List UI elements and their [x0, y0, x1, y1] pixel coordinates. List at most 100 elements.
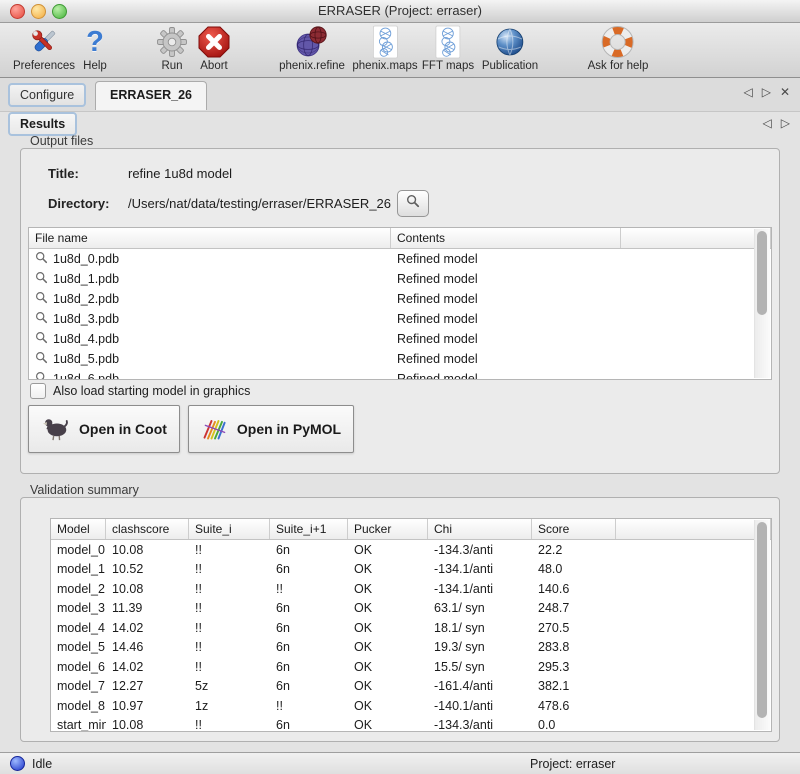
validation-cell: OK — [348, 562, 428, 576]
column-header-clashscore[interactable]: clashscore — [106, 519, 189, 539]
file-row[interactable]: 1u8d_0.pdbRefined model — [29, 249, 771, 269]
file-contents: Refined model — [391, 272, 621, 286]
file-contents: Refined model — [391, 372, 621, 380]
validation-cell: OK — [348, 699, 428, 713]
validation-cell: 6n — [270, 679, 348, 693]
validation-cell: model_2 — [51, 582, 106, 596]
column-header-chi[interactable]: Chi — [428, 519, 532, 539]
file-table-scrollbar[interactable] — [754, 229, 770, 378]
validation-cell: 248.7 — [532, 601, 616, 615]
column-header-contents[interactable]: Contents — [391, 228, 621, 248]
file-row[interactable]: 1u8d_3.pdbRefined model — [29, 309, 771, 329]
magnifier-icon — [406, 194, 420, 213]
column-header-suite-i1[interactable]: Suite_i+1 — [270, 519, 348, 539]
file-table-scroll-thumb[interactable] — [757, 231, 767, 315]
validation-cell: 14.02 — [106, 621, 189, 635]
publication-button[interactable]: Publication — [482, 24, 538, 72]
validation-row[interactable]: model_614.02!!6nOK15.5/ syn295.3 — [51, 657, 771, 677]
file-row[interactable]: 1u8d_5.pdbRefined model — [29, 349, 771, 369]
publication-globe-icon — [492, 24, 528, 60]
subtab-scroll-right-icon[interactable]: ▷ — [781, 116, 790, 130]
abort-button[interactable]: Abort — [196, 24, 232, 72]
validation-row[interactable]: model_514.46!!6nOK19.3/ syn283.8 — [51, 638, 771, 658]
phenix-refine-button[interactable]: phenix.refine — [279, 24, 345, 72]
subtab-scroll-left-icon[interactable]: ◁ — [763, 116, 772, 130]
column-header-pucker[interactable]: Pucker — [348, 519, 428, 539]
open-in-coot-button[interactable]: Open in Coot — [28, 405, 180, 453]
validation-row[interactable]: model_010.08!!6nOK-134.3/anti22.2 — [51, 540, 771, 560]
validation-cell: 10.52 — [106, 562, 189, 576]
load-starting-model-label: Also load starting model in graphics — [53, 384, 250, 398]
validation-cell: 6n — [270, 660, 348, 674]
validation-cell: OK — [348, 582, 428, 596]
validation-cell: 15.5/ syn — [428, 660, 532, 674]
output-files-section-label: Output files — [30, 134, 93, 148]
help-icon: ? — [77, 24, 113, 60]
validation-cell: 14.46 — [106, 640, 189, 654]
file-magnifier-icon — [35, 311, 48, 327]
validation-cell: 140.6 — [532, 582, 616, 596]
ask-for-help-button[interactable]: Ask for help — [588, 24, 649, 72]
phenix-maps-button[interactable]: phenix.maps — [352, 24, 417, 72]
main-tab-strip: Configure ERRASER_26 ◁ ▷ ✕ — [0, 78, 800, 112]
validation-cell: model_0 — [51, 543, 106, 557]
file-name: 1u8d_0.pdb — [53, 252, 119, 266]
load-starting-model-checkbox-row: Also load starting model in graphics — [30, 383, 250, 399]
coot-bird-icon — [41, 414, 71, 445]
validation-cell: !! — [270, 582, 348, 596]
validation-row[interactable]: model_311.39!!6nOK63.1/ syn248.7 — [51, 599, 771, 619]
run-gear-icon — [154, 24, 190, 60]
browse-directory-button[interactable] — [397, 190, 429, 217]
file-row[interactable]: 1u8d_1.pdb Refined model — [29, 269, 771, 289]
toolbar-item-label: Publication — [482, 60, 538, 72]
validation-cell: 22.2 — [532, 543, 616, 557]
load-starting-model-checkbox[interactable] — [30, 383, 46, 399]
validation-table-scroll-thumb[interactable] — [757, 522, 767, 718]
toolbar: Preferences ? Help — [0, 23, 800, 78]
validation-cell: 283.8 — [532, 640, 616, 654]
file-contents: Refined model — [391, 292, 621, 306]
file-name: 1u8d_1.pdb — [53, 272, 119, 286]
file-row[interactable]: 1u8d_2.pdbRefined model — [29, 289, 771, 309]
tab-results[interactable]: Results — [8, 112, 77, 136]
preferences-button[interactable]: Preferences — [13, 24, 75, 72]
help-button[interactable]: ? Help — [77, 24, 113, 72]
validation-row[interactable]: start_min10.08!!6nOK-134.3/anti0.0 — [51, 716, 771, 733]
validation-cell: 18.1/ syn — [428, 621, 532, 635]
sub-tab-strip: Results ◁ ▷ — [0, 112, 800, 138]
validation-row[interactable]: model_810.971z!!OK-140.1/anti478.6 — [51, 696, 771, 716]
validation-cell: 6n — [270, 543, 348, 557]
validation-cell: OK — [348, 718, 428, 732]
validation-row[interactable]: model_210.08!!!!OK-134.1/anti140.6 — [51, 579, 771, 599]
validation-cell: start_min — [51, 718, 106, 732]
file-row[interactable]: 1u8d_6.pdbRefined model — [29, 369, 771, 380]
validation-cell: !! — [270, 699, 348, 713]
column-header-suite-i[interactable]: Suite_i — [189, 519, 270, 539]
column-header-model[interactable]: Model — [51, 519, 106, 539]
validation-cell: !! — [189, 718, 270, 732]
file-table-body: 1u8d_0.pdbRefined model1u8d_1.pdbRefined… — [29, 249, 771, 380]
fft-maps-button[interactable]: FFT maps — [422, 24, 474, 72]
validation-row[interactable]: model_414.02!!6nOK18.1/ syn270.5 — [51, 618, 771, 638]
run-button[interactable]: Run — [154, 24, 190, 72]
file-row[interactable]: 1u8d_4.pdbRefined model — [29, 329, 771, 349]
tab-scroll-right-icon[interactable]: ▷ — [762, 85, 771, 99]
file-name: 1u8d_5.pdb — [53, 352, 119, 366]
validation-row[interactable]: model_110.52!!6nOK-134.1/anti48.0 — [51, 560, 771, 580]
open-in-coot-label: Open in Coot — [79, 421, 167, 437]
validation-row[interactable]: model_712.275z6nOK-161.4/anti382.1 — [51, 677, 771, 697]
validation-cell: 6n — [270, 562, 348, 576]
column-header-score[interactable]: Score — [532, 519, 616, 539]
column-header-file-name[interactable]: File name — [29, 228, 391, 248]
toolbar-item-label: phenix.refine — [279, 60, 345, 72]
validation-cell: model_1 — [51, 562, 106, 576]
validation-table-header: Model clashscore Suite_i Suite_i+1 Pucke… — [51, 519, 771, 540]
tab-scroll-left-icon[interactable]: ◁ — [743, 85, 752, 99]
tab-erraser-26[interactable]: ERRASER_26 — [95, 81, 207, 110]
open-in-pymol-button[interactable]: Open in PyMOL — [188, 405, 354, 453]
status-idle-icon — [10, 756, 25, 771]
tab-close-icon[interactable]: ✕ — [780, 85, 790, 99]
validation-cell: 10.08 — [106, 582, 189, 596]
tab-configure[interactable]: Configure — [8, 83, 86, 107]
validation-table-scrollbar[interactable] — [754, 520, 770, 730]
